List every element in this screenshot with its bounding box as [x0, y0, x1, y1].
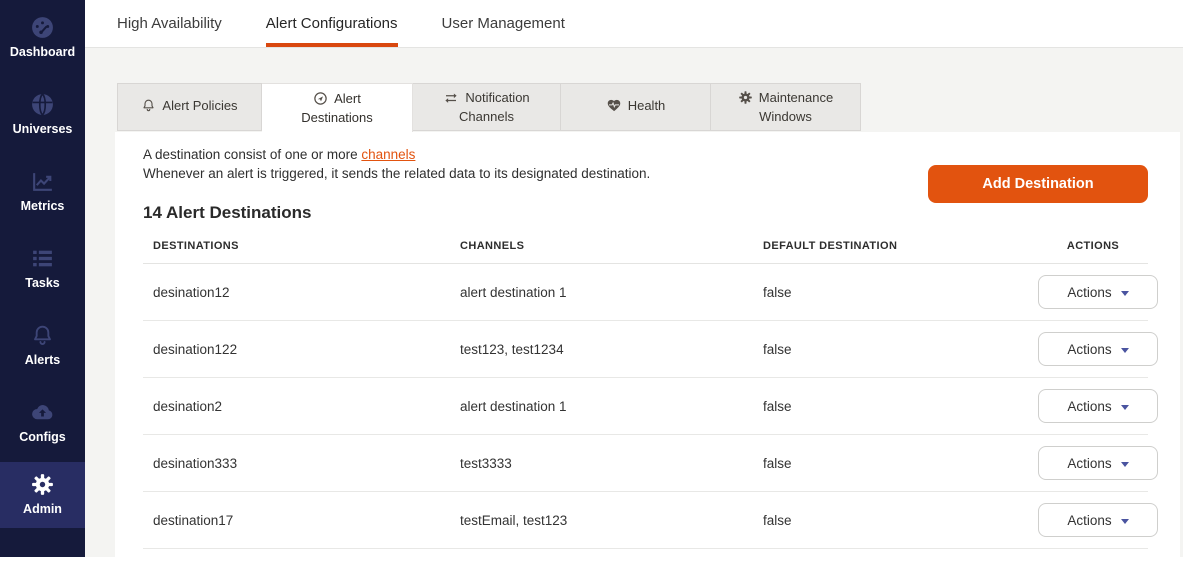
channels-cell: alert destination 1: [460, 285, 763, 300]
top-navigation: High Availability Alert Configurations U…: [85, 0, 1183, 48]
actions-dropdown-button[interactable]: Actions: [1038, 275, 1158, 309]
bell-icon: [30, 323, 55, 348]
sidebar-item-metrics[interactable]: Metrics: [0, 154, 85, 231]
column-header-destinations: DESTINATIONS: [153, 240, 460, 252]
actions-dropdown-button[interactable]: Actions: [1038, 389, 1158, 423]
subtab-alert-policies[interactable]: Alert Policies: [117, 83, 262, 131]
list-icon: [30, 246, 55, 271]
table-row: desination122 test123, test1234 false Ac…: [143, 321, 1148, 378]
chevron-down-icon: [1121, 405, 1129, 410]
sidebar-item-alerts[interactable]: Alerts: [0, 308, 85, 385]
channels-cell: alert destination 1: [460, 399, 763, 414]
channels-cell: test3333: [460, 456, 763, 471]
subtab-label: Maintenance Windows: [759, 90, 833, 124]
chevron-down-icon: [1121, 291, 1129, 296]
subtab-label: Notification Channels: [459, 90, 530, 124]
sidebar-item-label: Dashboard: [10, 45, 75, 59]
add-destination-button[interactable]: Add Destination: [928, 165, 1148, 203]
column-header-channels: CHANNELS: [460, 240, 763, 252]
channels-cell: testEmail, test123: [460, 513, 763, 528]
sidebar-item-label: Metrics: [21, 199, 65, 213]
sidebar-item-admin[interactable]: Admin: [0, 462, 85, 528]
actions-dropdown-button[interactable]: Actions: [1038, 332, 1158, 366]
cloud-upload-icon: [30, 400, 55, 425]
actions-button-label: Actions: [1067, 513, 1111, 528]
column-header-default-destination: DEFAULT DESTINATION: [763, 240, 1038, 252]
sidebar-item-label: Universes: [13, 122, 73, 136]
sidebar-item-dashboard[interactable]: Dashboard: [0, 0, 85, 77]
actions-button-label: Actions: [1067, 399, 1111, 414]
default-destination-cell: false: [763, 456, 1038, 471]
column-header-actions: ACTIONS: [1038, 240, 1148, 252]
sidebar-item-label: Admin: [23, 502, 62, 516]
gear-icon: [738, 90, 753, 109]
chevron-down-icon: [1121, 348, 1129, 353]
destinations-count-heading: 14 Alert Destinations: [143, 203, 1148, 223]
default-destination-cell: false: [763, 513, 1038, 528]
destination-cell: desination333: [153, 456, 460, 471]
speedometer-icon: [30, 15, 55, 40]
table-row: destination17 testEmail, test123 false A…: [143, 492, 1148, 549]
subtab-label: Alert Destinations: [301, 91, 373, 125]
gear-icon: [30, 472, 55, 497]
app-window: Dashboard Universes Metrics Tasks Alerts: [0, 0, 1183, 570]
bottom-whitespace: [0, 557, 1183, 570]
tab-user-management[interactable]: User Management: [442, 0, 565, 47]
actions-dropdown-button[interactable]: Actions: [1038, 446, 1158, 480]
main-area: High Availability Alert Configurations U…: [85, 0, 1183, 557]
chevron-down-icon: [1121, 519, 1129, 524]
subtab-maintenance-windows[interactable]: Maintenance Windows: [711, 83, 861, 131]
destination-cell: destination17: [153, 513, 460, 528]
table-row: desination2 alert destination 1 false Ac…: [143, 378, 1148, 435]
default-destination-cell: false: [763, 342, 1038, 357]
bell-icon: [141, 98, 156, 117]
sidebar-item-universes[interactable]: Universes: [0, 77, 85, 154]
alert-config-subtabs: Alert Policies Alert Destinations Notifi…: [117, 83, 1183, 132]
sidebar-item-label: Tasks: [25, 276, 60, 290]
table-row: desination12 alert destination 1 false A…: [143, 264, 1148, 321]
subtab-label: Alert Policies: [162, 98, 237, 113]
default-destination-cell: false: [763, 285, 1038, 300]
line-chart-icon: [30, 169, 55, 194]
actions-button-label: Actions: [1067, 456, 1111, 471]
default-destination-cell: false: [763, 399, 1038, 414]
subtab-notification-channels[interactable]: Notification Channels: [413, 83, 561, 131]
sidebar: Dashboard Universes Metrics Tasks Alerts: [0, 0, 85, 557]
channels-cell: test123, test1234: [460, 342, 763, 357]
sidebar-item-configs[interactable]: Configs: [0, 385, 85, 462]
table-row: desination333 test3333 false Actions: [143, 435, 1148, 492]
heart-pulse-icon: [606, 98, 622, 117]
tab-alert-configurations[interactable]: Alert Configurations: [266, 0, 398, 47]
actions-dropdown-button[interactable]: Actions: [1038, 503, 1158, 537]
panel-description: A destination consist of one or more cha…: [143, 145, 863, 183]
description-line2: Whenever an alert is triggered, it sends…: [143, 166, 650, 181]
destination-cell: desination12: [153, 285, 460, 300]
sidebar-item-label: Configs: [19, 430, 66, 444]
actions-button-label: Actions: [1067, 342, 1111, 357]
tab-high-availability[interactable]: High Availability: [117, 0, 222, 47]
table-header-row: DESTINATIONS CHANNELS DEFAULT DESTINATIO…: [143, 240, 1148, 264]
sidebar-item-tasks[interactable]: Tasks: [0, 231, 85, 308]
globe-icon: [30, 92, 55, 117]
destinations-table-body: desination12 alert destination 1 false A…: [143, 264, 1148, 549]
sidebar-item-label: Alerts: [25, 353, 60, 367]
actions-button-label: Actions: [1067, 285, 1111, 300]
destination-cell: desination122: [153, 342, 460, 357]
subtab-alert-destinations[interactable]: Alert Destinations: [262, 83, 413, 132]
swap-arrows-icon: [443, 90, 459, 109]
subtab-health[interactable]: Health: [561, 83, 711, 131]
destination-send-icon: [313, 91, 328, 110]
destination-cell: desination2: [153, 399, 460, 414]
chevron-down-icon: [1121, 462, 1129, 467]
description-line1: A destination consist of one or more: [143, 147, 361, 162]
subtab-label: Health: [628, 98, 666, 113]
channels-link[interactable]: channels: [361, 147, 415, 162]
alert-destinations-panel: A destination consist of one or more cha…: [115, 132, 1180, 558]
